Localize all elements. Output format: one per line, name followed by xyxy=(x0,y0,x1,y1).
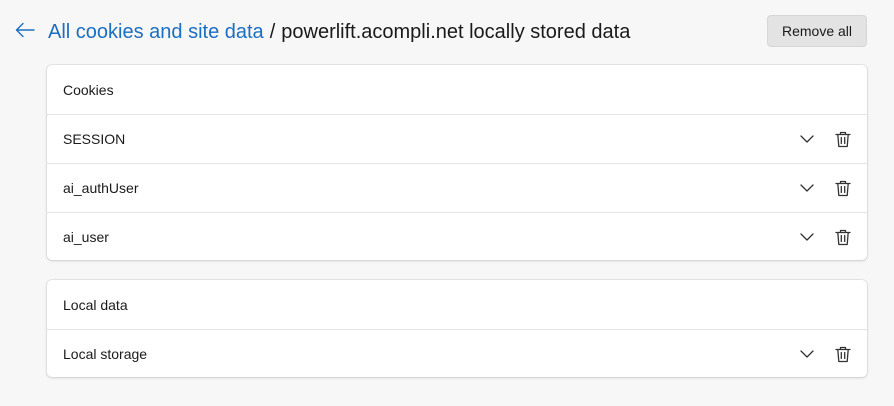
cookie-row-ai-user[interactable]: ai_user xyxy=(47,212,867,260)
cookies-card: Cookies SESSION ai_authUser ai_user xyxy=(47,65,867,260)
cookie-name: ai_user xyxy=(63,229,109,245)
chevron-down-icon[interactable] xyxy=(795,176,819,200)
cookie-row-session[interactable]: SESSION xyxy=(47,114,867,163)
trash-icon[interactable] xyxy=(831,225,855,249)
remove-all-button[interactable]: Remove all xyxy=(767,15,867,47)
section-title: Local data xyxy=(63,296,128,313)
breadcrumb-current: powerlift.acompli.net locally stored dat… xyxy=(281,21,631,43)
local-data-card: Local data Local storage xyxy=(47,280,867,377)
chevron-down-icon[interactable] xyxy=(795,342,819,366)
trash-icon[interactable] xyxy=(831,176,855,200)
section-title: Cookies xyxy=(63,81,114,98)
cookie-name: SESSION xyxy=(63,131,126,147)
cookies-section-header: Cookies xyxy=(47,65,867,114)
cookie-row-ai-authuser[interactable]: ai_authUser xyxy=(47,163,867,212)
back-button[interactable] xyxy=(12,20,38,44)
local-data-name: Local storage xyxy=(63,346,148,362)
page-header: All cookies and site data / powerlift.acom… xyxy=(0,0,894,64)
chevron-down-icon[interactable] xyxy=(795,225,819,249)
trash-icon[interactable] xyxy=(831,127,855,151)
breadcrumb-separator: / xyxy=(269,21,276,43)
local-data-section-header: Local data xyxy=(47,280,867,329)
chevron-down-icon[interactable] xyxy=(795,127,819,151)
breadcrumb-link-all-cookies[interactable]: All cookies and site data xyxy=(48,21,264,43)
trash-icon[interactable] xyxy=(831,342,855,366)
local-storage-row[interactable]: Local storage xyxy=(47,329,867,377)
arrow-left-icon xyxy=(15,22,35,43)
page-title: All cookies and site data / powerlift.acom… xyxy=(48,19,630,45)
cookie-name: ai_authUser xyxy=(63,180,139,196)
